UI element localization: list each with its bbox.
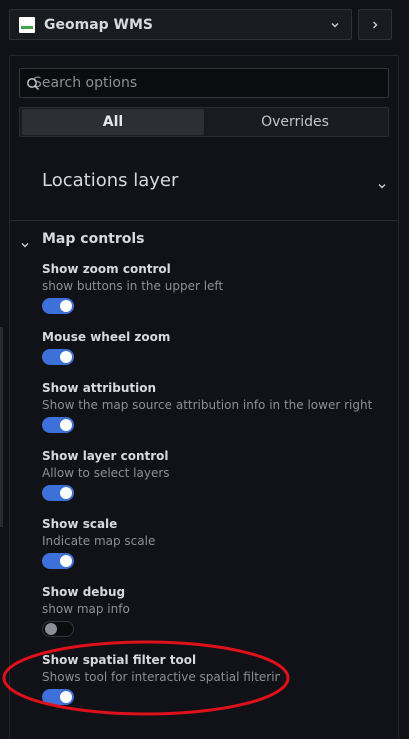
option-label: Show attribution <box>42 381 157 395</box>
option-label: Show layer control <box>42 449 169 463</box>
option-mouse-wheel-zoom: Mouse wheel zoom <box>42 330 392 365</box>
option-label: Mouse wheel zoom <box>42 330 171 344</box>
option-description: Allow to select layers <box>42 466 170 480</box>
visualization-name: Geomap WMS <box>44 16 153 33</box>
search-icon <box>26 76 40 90</box>
option-description: Indicate map scale <box>42 534 156 548</box>
chevron-down-icon <box>20 235 30 254</box>
chevron-right-icon <box>370 15 380 34</box>
toggle-switch[interactable] <box>42 689 74 705</box>
tab-all[interactable]: All <box>22 109 204 135</box>
chevron-down-icon <box>323 20 347 30</box>
scrollbar-track[interactable] <box>0 327 3 527</box>
switch-knob <box>60 487 72 499</box>
options-panel: All Overrides Locations layer Map contro… <box>9 55 399 739</box>
option-description: Shows tool for interactive spatial filte… <box>42 670 280 684</box>
option-label: Show spatial filter tool <box>42 653 197 667</box>
section-locations-layer[interactable]: Locations layer <box>10 151 398 221</box>
option-label: Show zoom control <box>42 262 171 276</box>
option-description: Show the map source attribution info in … <box>42 398 373 412</box>
option-show-attribution: Show attribution Show the map source att… <box>42 381 392 433</box>
search-input[interactable] <box>20 69 388 97</box>
option-show-zoom-control: Show zoom control show buttons in the up… <box>42 262 392 314</box>
switch-knob <box>60 691 72 703</box>
toggle-switch[interactable] <box>42 417 74 433</box>
collapse-options-button[interactable] <box>358 9 392 40</box>
toggle-switch[interactable] <box>42 485 74 501</box>
option-show-layer-control: Show layer control Allow to select layer… <box>42 449 392 501</box>
option-show-spatial-filter-tool: Show spatial filter tool Shows tool for … <box>42 653 280 705</box>
switch-knob <box>60 351 72 363</box>
switch-knob <box>60 300 72 312</box>
visualization-picker[interactable]: Geomap WMS <box>9 9 352 40</box>
option-show-debug: Show debug show map info <box>42 585 392 637</box>
option-description: show buttons in the upper left <box>42 279 224 293</box>
switch-knob <box>60 419 72 431</box>
switch-knob <box>60 555 72 567</box>
tab-overrides[interactable]: Overrides <box>204 109 386 135</box>
option-show-scale: Show scale Indicate map scale <box>42 517 392 569</box>
options-tabs: All Overrides <box>19 107 389 137</box>
toggle-switch[interactable] <box>42 621 74 637</box>
section-title: Locations layer <box>42 170 179 191</box>
section-title: Map controls <box>42 231 145 247</box>
option-label: Show debug <box>42 585 126 599</box>
chevron-down-icon <box>377 176 387 195</box>
option-description: show map info <box>42 602 130 616</box>
toggle-switch[interactable] <box>42 298 74 314</box>
option-label: Show scale <box>42 517 118 531</box>
toggle-switch[interactable] <box>42 553 74 569</box>
toggle-switch[interactable] <box>42 349 74 365</box>
geomap-logo-icon <box>19 16 35 33</box>
section-map-controls[interactable]: Map controls <box>10 227 398 253</box>
switch-knob <box>45 623 57 635</box>
search-box[interactable] <box>19 68 389 98</box>
